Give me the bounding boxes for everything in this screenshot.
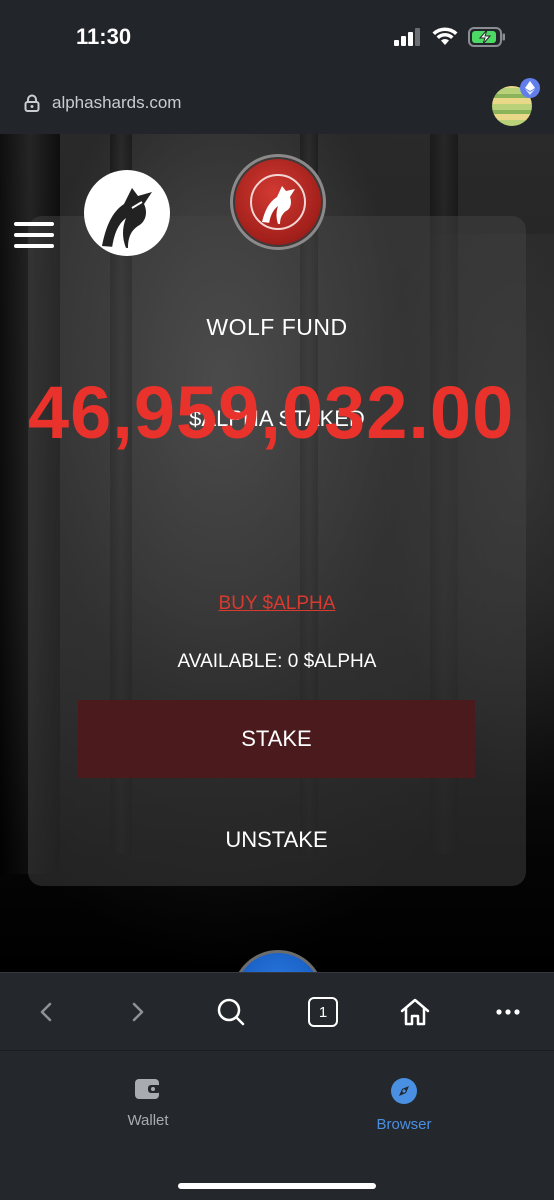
url-text[interactable]: alphashards.com (52, 93, 181, 113)
chevron-right-icon (132, 1002, 144, 1022)
back-button[interactable] (34, 995, 58, 1029)
status-time: 11:30 (76, 24, 132, 49)
account-avatar[interactable] (492, 78, 540, 126)
status-bar: 11:30 (0, 0, 554, 72)
wolf-fund-logo[interactable] (230, 154, 326, 250)
wolf-logo-icon[interactable] (82, 168, 172, 258)
wallet-icon (135, 1079, 161, 1099)
available-balance: AVAILABLE: 0 $ALPHA (177, 651, 377, 672)
search-button[interactable] (214, 995, 248, 1029)
card-title: WOLF FUND (206, 314, 348, 340)
staking-card: WOLF FUND $ALPHA STAKED BUY $ALPHA AVAIL… (28, 216, 526, 886)
ethereum-network-badge (520, 78, 540, 98)
bottom-tab-bar: Wallet Browser (0, 1050, 554, 1200)
tabs-button[interactable]: 1 (306, 995, 340, 1029)
menu-bar-icon (14, 222, 54, 226)
menu-bar-icon (14, 244, 54, 248)
battery-charging-icon (468, 27, 505, 47)
stake-button[interactable]: STAKE (78, 700, 475, 778)
floating-action-button[interactable] (232, 950, 324, 972)
staked-amount: 46,959,032.00 (28, 371, 515, 454)
more-options-button[interactable] (494, 995, 522, 1029)
browser-toolbar: 1 (0, 972, 554, 1050)
search-icon (217, 998, 245, 1026)
home-icon (400, 998, 430, 1026)
wolf-head-icon (250, 174, 306, 230)
chevron-left-icon (40, 1002, 52, 1022)
tab-browser-label: Browser (376, 1116, 432, 1133)
tab-browser[interactable]: Browser (344, 1077, 464, 1133)
web-page: WOLF FUND $ALPHA STAKED BUY $ALPHA AVAIL… (0, 134, 554, 972)
cellular-signal-icon (394, 28, 420, 46)
wifi-icon (432, 27, 458, 45)
home-button[interactable] (398, 995, 432, 1029)
unstake-button[interactable]: UNSTAKE (78, 810, 475, 870)
tab-count-icon: 1 (308, 997, 338, 1027)
forward-button[interactable] (126, 995, 150, 1029)
home-indicator[interactable] (178, 1183, 376, 1189)
address-bar[interactable]: alphashards.com (0, 72, 554, 134)
buy-alpha-link[interactable]: BUY $ALPHA (28, 593, 526, 615)
hamburger-menu-button[interactable] (14, 222, 54, 252)
status-icons (394, 27, 506, 47)
tab-wallet[interactable]: Wallet (88, 1077, 208, 1129)
menu-bar-icon (14, 233, 54, 237)
ethereum-icon (525, 81, 535, 95)
tab-wallet-label: Wallet (127, 1112, 169, 1129)
more-dots-icon (496, 1009, 520, 1015)
compass-icon (391, 1078, 417, 1104)
lock-icon (24, 94, 40, 112)
